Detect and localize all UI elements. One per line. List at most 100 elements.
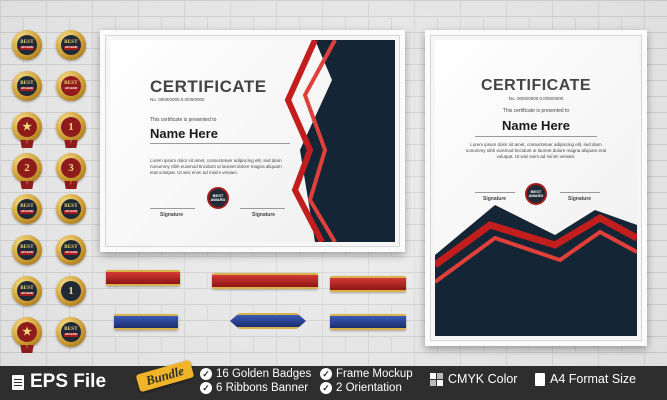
name-line [150,143,290,144]
badge-number: 3 [68,161,74,174]
a4-text: A4 Format Size [550,372,637,386]
badge-subtext: AWARD [19,250,35,255]
cert-portrait-body: Lorem ipsum dolor sit amet, consectetuer… [465,142,607,159]
golden-badge: BEST AWARD [56,194,86,224]
cert-landscape-number: No. 0000/0000.0.0/00/0000 [150,97,205,102]
feature-ribbons: ✓ 6 Ribbons Banner [200,382,308,394]
badge-subtext: AWARD [19,45,35,50]
award-seal: BEST AWARD [525,183,547,205]
golden-badge: BEST AWARD [56,30,86,60]
star-icon: ★ [22,120,32,133]
feature-orientation: ✓ 2 Orientation [320,382,402,394]
golden-badge: BEST AWARD [56,317,86,347]
golden-badge: BEST AWARD [12,235,42,265]
signature-label-1: Signature [483,196,507,202]
cmyk-grid-icon [430,372,443,386]
badge-number: 2 [24,161,30,174]
badge-subtext: AWARD [19,291,35,296]
signature-label-2: Signature [252,212,276,218]
feature-badges: ✓ 16 Golden Badges [200,368,311,380]
golden-badge: BEST AWARD [12,276,42,306]
badge-subtext: AWARD [63,250,79,255]
feature-badges-text: 16 Golden Badges [216,368,312,380]
cmyk-feature: CMYK Color [430,372,517,386]
page-icon [535,372,545,386]
check-icon: ✓ [320,368,332,380]
golden-badge: BEST AWARD [12,30,42,60]
badge-center: BEST AWARD [17,76,37,96]
badge-subtext: AWARD [63,45,79,50]
check-icon: ✓ [320,382,332,394]
badge-center: BEST AWARD [17,281,37,301]
golden-badge: 2 [12,153,42,189]
badge-center: BEST AWARD [61,199,81,219]
cert-landscape-name: Name Here [150,126,218,141]
a4-feature: A4 Format Size [535,372,636,386]
cmyk-text: CMYK Color [448,372,518,386]
ribbon-red-1 [106,270,180,286]
badge-center: 1 [61,117,81,137]
golden-badge: ★ [12,317,42,353]
feature-orientation-text: 2 Orientation [336,382,402,394]
golden-badge: BEST AWARD [56,71,86,101]
eps-file-label: EPS File [12,369,106,395]
badge-center: 2 [17,158,37,178]
frame-landscape: CERTIFICATE No. 0000/0000.0.0/00/0000 Th… [100,30,405,252]
cert-portrait-title: CERTIFICATE [480,77,592,94]
badge-center: ★ [17,117,37,137]
certificate-landscape: CERTIFICATE No. 0000/0000.0.0/00/0000 Th… [110,40,395,242]
badge-center: 1 [61,281,81,301]
feature-ribbons-text: 6 Ribbons Banner [216,382,309,394]
badge-center: BEST AWARD [61,240,81,260]
name-line [475,136,597,137]
badge-number: 1 [68,120,74,133]
star-icon: ★ [22,325,32,338]
frame-portrait: CERTIFICATE No. 0000/0000.0.0/00/0000 Th… [425,30,647,346]
golden-badge: 3 [56,153,86,189]
golden-badge: 1 [56,276,86,306]
ribbon-red-2 [212,273,318,289]
badge-subtext: AWARD [63,332,79,337]
badge-center: BEST AWARD [61,76,81,96]
eps-file-text: EPS File [30,371,107,392]
badge-subtext: AWARD [19,86,35,91]
cert-portrait-name: Name Here [502,118,570,133]
badge-number: 1 [68,284,74,297]
ribbon-red-3 [330,276,406,292]
signature-line-1 [475,192,515,193]
badge-center: BEST AWARD [17,35,37,55]
golden-badge: BEST AWARD [12,194,42,224]
document-icon [12,374,24,390]
award-seal: BEST AWARD [207,187,229,209]
signature-label-1: Signature [160,212,184,218]
signature-label-2: Signature [568,196,592,202]
badge-subtext: AWARD [63,86,79,91]
golden-badge: 1 [56,112,86,148]
feature-frame-text: Frame Mockup [336,368,413,380]
golden-badge: BEST AWARD [56,235,86,265]
cert-landscape-body: Lorem ipsum dolor sit amet, consectetuer… [150,158,282,175]
badge-center: BEST AWARD [61,35,81,55]
badge-center: BEST AWARD [61,322,81,342]
ribbon-blue-3 [330,314,406,330]
ribbon-blue-1 [114,314,178,330]
ribbon-blue-2 [230,313,306,329]
certificate-portrait: CERTIFICATE No. 0000/0000.0.0/00/0000 Th… [435,40,637,336]
cert-portrait-presented: This certificate is presented to [502,108,570,114]
badge-center: BEST AWARD [17,240,37,260]
cert-portrait-number: No. 0000/0000.0.0/00/0000 [508,96,564,101]
badge-subtext: AWARD [19,209,35,214]
feature-frame: ✓ Frame Mockup [320,368,413,380]
signature-line-2 [560,192,600,193]
check-icon: ✓ [200,368,212,380]
cert-landscape-presented: This certificate is presented to [150,117,217,123]
signature-line-1 [150,208,195,209]
badge-center: 3 [61,158,81,178]
check-icon: ✓ [200,382,212,394]
seal-bottom-text: AWARD [528,193,544,198]
badge-subtext: AWARD [63,209,79,214]
badge-center: ★ [17,322,37,342]
signature-line-2 [240,208,285,209]
golden-badge: ★ [12,112,42,148]
cert-landscape-title: CERTIFICATE [150,77,267,96]
